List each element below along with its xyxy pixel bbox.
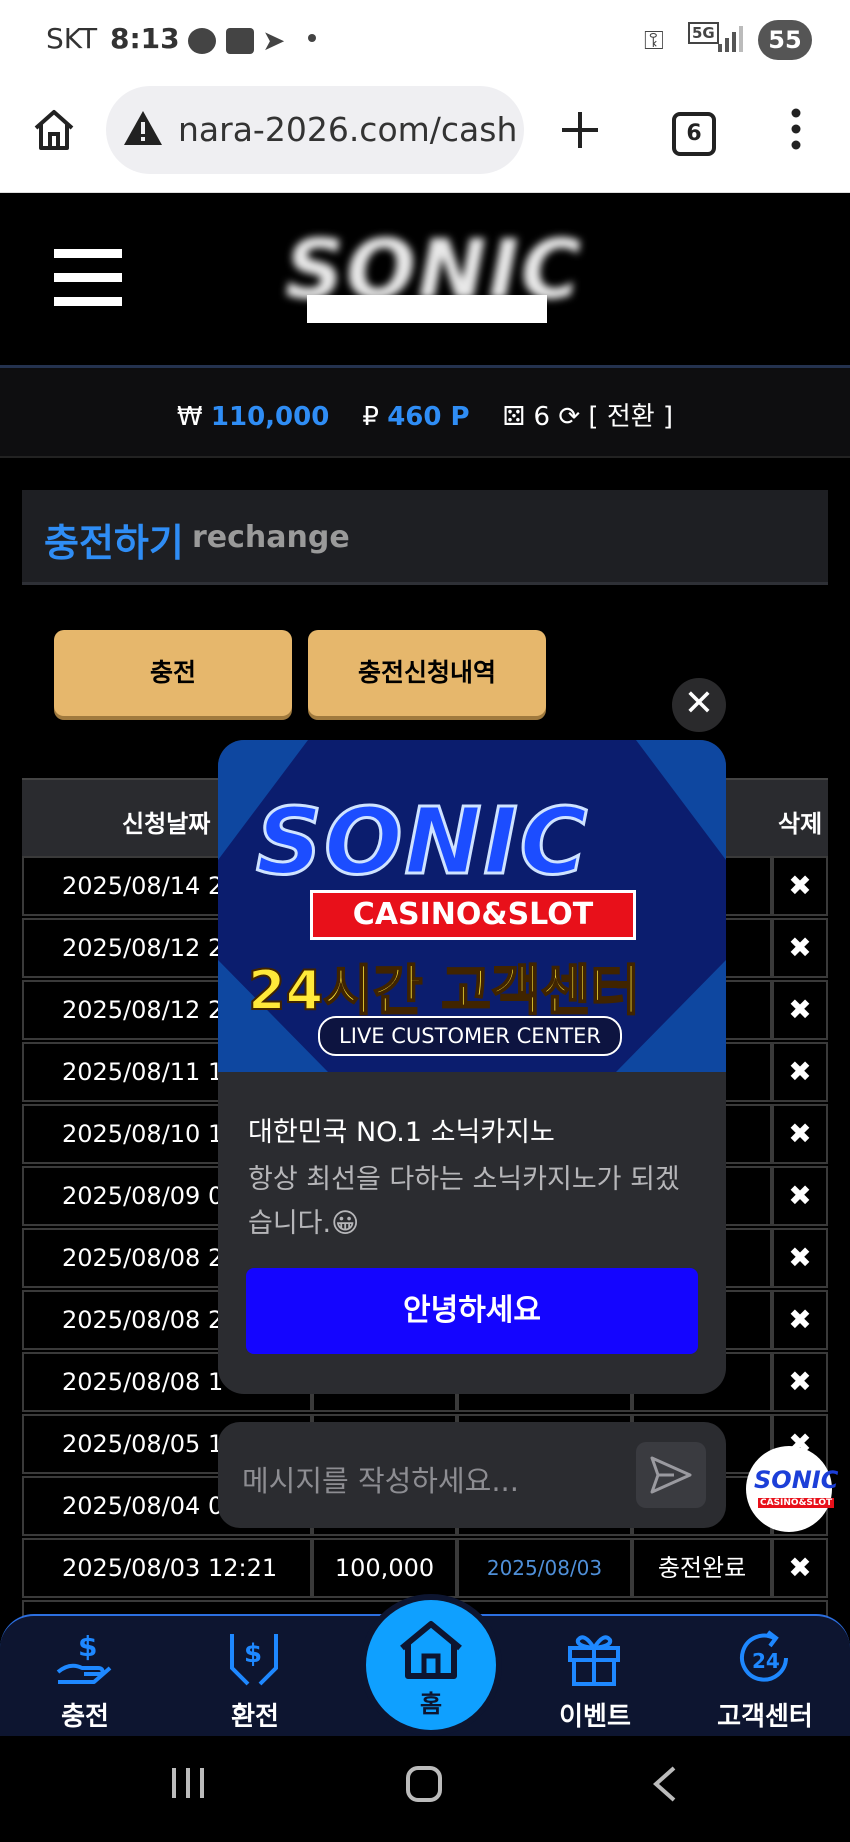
banner-hours-text: 24시간 고객센터: [247, 958, 641, 1023]
system-navigation-bar: [0, 1736, 850, 1842]
coupon-count: 6: [533, 402, 551, 432]
nav-label-event: 이벤트: [559, 1702, 631, 1732]
withdraw-icon: $: [230, 1634, 278, 1686]
battery-indicator: 55: [758, 20, 812, 60]
send-button[interactable]: [636, 1442, 706, 1508]
fab-subtitle: CASINO&SLOT: [758, 1498, 835, 1508]
chat-input-bar[interactable]: 메시지를 작성하세요...: [218, 1422, 726, 1528]
site-header: SONIC: [0, 193, 850, 368]
popup-message: 항상 최선을 다하는 소닉카지노가 되겠습니다.😀: [248, 1164, 680, 1239]
hamburger-menu-icon[interactable]: [54, 249, 122, 307]
chat-input[interactable]: 메시지를 작성하세요...: [242, 1458, 519, 1500]
nav-label-charge: 충전: [61, 1702, 109, 1732]
delete-button[interactable]: ✖: [772, 1352, 828, 1412]
status-bar: SKT 8:13 ➤ ⚿ 5G 55: [0, 0, 850, 82]
svg-text:24: 24: [752, 1649, 780, 1673]
greeting-button[interactable]: 안녕하세요: [246, 1268, 698, 1354]
banner-subtitle: CASINO&SLOT: [310, 890, 636, 940]
recent-apps-icon[interactable]: [170, 1766, 206, 1800]
chat-popup: SONIC CASINO&SLOT 24시간 고객센터 LIVE CUSTOME…: [218, 740, 726, 1394]
delete-button[interactable]: ✖: [772, 1290, 828, 1350]
new-tab-icon[interactable]: [558, 108, 602, 152]
delete-button[interactable]: ✖: [772, 918, 828, 978]
url-text: nara-2026.com/cash: [178, 110, 518, 149]
nav-item-support[interactable]: 24 고객센터: [680, 1628, 850, 1736]
balance-bar: ₩ 110,000 ₽ 460 P ⚄ 6 ⟳ [ 전환 ]: [0, 368, 850, 458]
table-cell-status: 충전완료: [632, 1538, 772, 1598]
banner-logo: SONIC: [254, 787, 590, 897]
popup-banner: SONIC CASINO&SLOT 24시간 고객센터 LIVE CUSTOME…: [218, 740, 726, 1072]
delete-button[interactable]: ✖: [772, 1104, 828, 1164]
popup-close-button[interactable]: ✕: [672, 678, 726, 732]
send-icon: [650, 1456, 692, 1494]
deposit-icon: $: [56, 1630, 112, 1684]
switch-link[interactable]: [ 전환 ]: [588, 402, 673, 432]
browser-toolbar: nara-2026.com/cash 6: [0, 82, 850, 193]
delete-button[interactable]: ✖: [772, 856, 828, 916]
page-title-box: 충전하기 rechange: [22, 490, 828, 585]
refresh-icon[interactable]: ⟳: [558, 402, 580, 432]
nav-item-home[interactable]: 홈: [360, 1594, 502, 1736]
support-24-icon: 24: [740, 1630, 788, 1682]
live-chat-fab[interactable]: SONIC CASINO&SLOT: [746, 1446, 838, 1532]
svg-text:$: $: [244, 1639, 262, 1669]
page-subtitle: rechange: [192, 520, 350, 555]
nav-item-exchange[interactable]: $ 환전: [170, 1628, 340, 1736]
table-cell-done-date: 2025/08/03: [457, 1538, 632, 1598]
column-header-date: 신청날짜: [122, 810, 211, 838]
nav-label-support: 고객센터: [717, 1702, 813, 1732]
carrier-label: SKT: [46, 22, 98, 55]
fab-logo: SONIC: [754, 1466, 839, 1494]
kakaotalk-icon: [188, 28, 216, 54]
network-icon: 5G: [688, 22, 719, 44]
delete-button[interactable]: ✖: [772, 980, 828, 1040]
cash-balance: 110,000: [210, 402, 330, 432]
signal-icon: [718, 26, 743, 52]
table-cell-amount: 100,000: [312, 1538, 457, 1598]
warning-icon[interactable]: [122, 108, 164, 148]
page-title: 충전하기: [44, 521, 184, 565]
clock: 8:13: [110, 22, 180, 55]
logo-underbar: [307, 295, 547, 323]
delete-button[interactable]: ✖: [772, 1042, 828, 1102]
charge-button[interactable]: 충전: [54, 630, 292, 716]
banner-live-label: LIVE CUSTOMER CENTER: [318, 1016, 622, 1056]
won-symbol: ₩: [176, 402, 203, 432]
nav-item-event[interactable]: 이벤트: [510, 1628, 680, 1736]
gift-icon: [568, 1635, 620, 1686]
nav-item-charge[interactable]: $ 충전: [0, 1628, 170, 1736]
telegram-icon: ➤: [262, 24, 286, 57]
key-icon: ⚿: [644, 26, 664, 56]
tab-switcher-button[interactable]: 6: [672, 112, 716, 156]
point-balance: 460 P: [387, 402, 470, 432]
more-options-icon[interactable]: [784, 106, 808, 152]
back-icon[interactable]: [650, 1764, 678, 1804]
popup-heading: 대한민국 NO.1 소닉카지노: [248, 1117, 555, 1148]
svg-text:$: $: [78, 1630, 97, 1663]
column-header-delete: 삭제: [778, 810, 823, 838]
table-cell-date: 2025/08/03 12:21: [22, 1538, 312, 1598]
more-notifications-icon: [308, 34, 316, 42]
b-app-icon: [226, 28, 254, 54]
system-home-icon[interactable]: [404, 1764, 444, 1804]
delete-button[interactable]: ✖: [772, 1166, 828, 1226]
home-nav-icon: [400, 1621, 462, 1679]
delete-button[interactable]: ✖: [772, 1538, 828, 1598]
charge-history-button[interactable]: 충전신청내역: [308, 630, 546, 716]
home-icon[interactable]: [30, 106, 78, 154]
point-symbol: ₽: [362, 402, 379, 432]
dice-icon: ⚄: [502, 402, 526, 432]
delete-button[interactable]: ✖: [772, 1228, 828, 1288]
nav-label-home: 홈: [419, 1690, 443, 1718]
nav-label-exchange: 환전: [231, 1702, 279, 1732]
address-bar[interactable]: nara-2026.com/cash: [106, 86, 524, 174]
